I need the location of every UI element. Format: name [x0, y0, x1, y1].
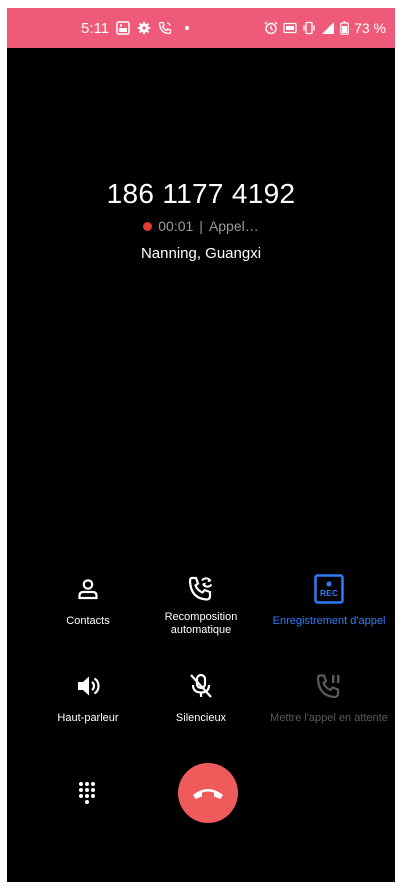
status-time: 5:11 — [81, 19, 110, 37]
rec-badge-text: REC — [320, 588, 338, 598]
call-icon — [158, 21, 172, 35]
nfc-icon — [283, 21, 297, 35]
signal-icon — [321, 21, 335, 35]
battery-icon — [340, 21, 349, 35]
call-duration: 00:01 — [158, 218, 194, 234]
call-recording-label: Enregistrement d'appel — [272, 615, 386, 627]
settings-gear-icon — [137, 21, 151, 35]
call-screen: 5:11 73 % 186 1177 4192 00:01 | Appel… N… — [7, 8, 395, 882]
caller-location: Nanning, Guangxi — [140, 245, 262, 262]
dialpad-icon — [79, 782, 95, 804]
dialpad-button[interactable] — [67, 774, 107, 814]
notification-image-icon — [116, 21, 130, 35]
call-status: 00:01 | Appel… — [7, 218, 395, 234]
hold-call-label: Mettre l'appel en attente — [270, 712, 388, 724]
speaker-icon — [23, 668, 153, 704]
hold-icon — [264, 668, 394, 704]
rec-icon: REC — [264, 571, 394, 607]
auto-redial-label: Recomposition automatique — [164, 611, 238, 636]
speaker-label: Haut-parleur — [57, 712, 119, 724]
hold-call-button[interactable]: Mettre l'appel en attente — [264, 668, 394, 725]
status-bar: 5:11 73 % — [7, 8, 395, 48]
call-recording-button[interactable]: REC Enregistrement d'appel — [264, 571, 394, 628]
end-call-icon — [193, 789, 223, 799]
mute-icon — [136, 668, 266, 704]
auto-redial-button[interactable]: Recomposition automatique — [136, 571, 266, 637]
speaker-button[interactable]: Haut-parleur — [23, 668, 153, 725]
contacts-button[interactable]: Contacts — [23, 571, 153, 628]
alarm-icon — [264, 21, 278, 35]
mute-label: Silencieux — [175, 712, 227, 724]
notification-dot — [185, 26, 190, 30]
contacts-icon — [23, 571, 153, 607]
status-separator: | — [199, 218, 203, 234]
battery-percent: 73 % — [354, 20, 386, 36]
recording-dot — [143, 221, 153, 231]
caller-number: 186 1177 4192 — [106, 178, 296, 209]
contacts-label: Contacts — [66, 615, 110, 627]
mute-button[interactable]: Silencieux — [136, 668, 266, 725]
vibrate-icon — [302, 21, 316, 35]
call-state: Appel… — [208, 218, 259, 234]
auto-redial-icon — [136, 571, 266, 607]
end-call-button[interactable] — [178, 763, 238, 823]
